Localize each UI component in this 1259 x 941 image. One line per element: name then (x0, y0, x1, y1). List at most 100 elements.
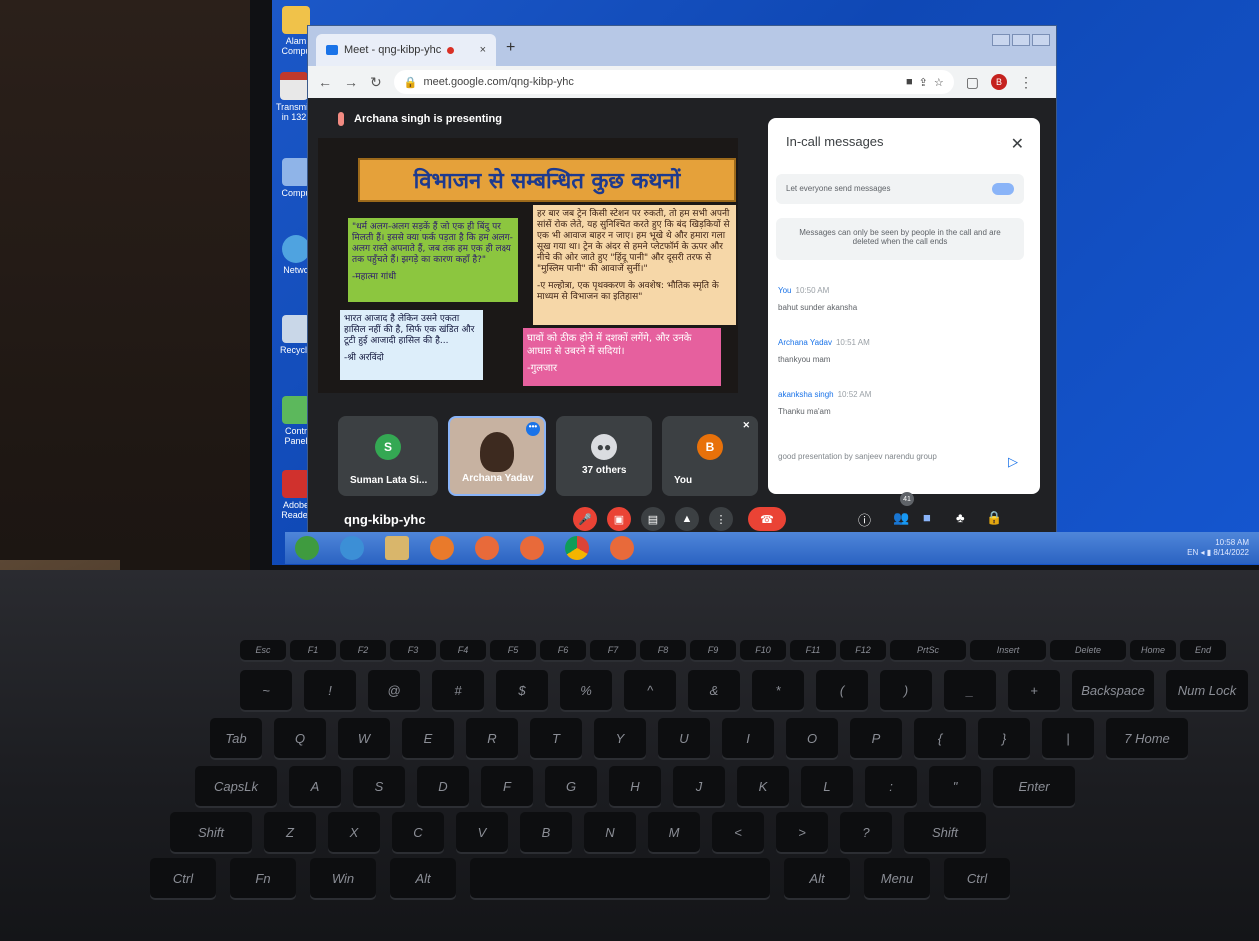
activities-icon[interactable]: ♣ (956, 510, 965, 525)
key-space[interactable] (470, 858, 770, 898)
key--[interactable]: ^ (624, 670, 676, 710)
key--[interactable]: { (914, 718, 966, 758)
chrome-icon[interactable] (565, 536, 589, 560)
bookmark-star-icon[interactable]: ☆ (934, 76, 944, 89)
reload-icon[interactable]: ↻ (370, 74, 382, 91)
key-f6[interactable]: F6 (540, 640, 586, 660)
key--[interactable]: " (929, 766, 981, 806)
network-status-icon[interactable]: ▮ (1207, 548, 1214, 557)
key-ctrl[interactable]: Ctrl (944, 858, 1010, 898)
minimize-button[interactable] (992, 34, 1010, 46)
key--[interactable]: | (1042, 718, 1094, 758)
forward-icon[interactable]: → (344, 74, 358, 90)
new-tab-button[interactable]: + (506, 39, 515, 57)
key--[interactable]: } (978, 718, 1030, 758)
key-k[interactable]: K (737, 766, 789, 806)
key-a[interactable]: A (289, 766, 341, 806)
key-end[interactable]: End (1180, 640, 1226, 660)
participant-tile-suman[interactable]: S Suman Lata Si... (338, 416, 438, 496)
key-h[interactable]: H (609, 766, 661, 806)
tab-meet[interactable]: Meet - qng-kibp-yhc × (316, 34, 496, 66)
key-y[interactable]: Y (594, 718, 646, 758)
present-button[interactable]: ▲ (675, 507, 699, 531)
key-shift[interactable]: Shift (170, 812, 252, 852)
key-f10[interactable]: F10 (740, 640, 786, 660)
key--[interactable]: > (776, 812, 828, 852)
key-f7[interactable]: F7 (590, 640, 636, 660)
key-x[interactable]: X (328, 812, 380, 852)
key-e[interactable]: E (402, 718, 454, 758)
key-f8[interactable]: F8 (640, 640, 686, 660)
key--[interactable]: * (752, 670, 804, 710)
people-icon[interactable]: 👥 (893, 510, 909, 526)
key-shift[interactable]: Shift (904, 812, 986, 852)
key--[interactable]: & (688, 670, 740, 710)
key-f4[interactable]: F4 (440, 640, 486, 660)
participant-tile-others[interactable]: ●● 37 others (556, 416, 652, 496)
more-options-icon[interactable]: ••• (526, 422, 540, 436)
key-backspace[interactable]: Backspace (1072, 670, 1154, 710)
more-options-button[interactable]: ⋮ (709, 507, 733, 531)
key-f5[interactable]: F5 (490, 640, 536, 660)
key-alt[interactable]: Alt (784, 858, 850, 898)
message-input[interactable]: good presentation by sanjeev narendu gro… (778, 448, 978, 466)
file-explorer-icon[interactable] (385, 536, 409, 560)
key--[interactable]: ! (304, 670, 356, 710)
key-r[interactable]: R (466, 718, 518, 758)
key-o[interactable]: O (786, 718, 838, 758)
key-enter[interactable]: Enter (993, 766, 1075, 806)
key-n[interactable]: N (584, 812, 636, 852)
key-delete[interactable]: Delete (1050, 640, 1126, 660)
key-f9[interactable]: F9 (690, 640, 736, 660)
captions-button[interactable]: ▤ (641, 507, 665, 531)
key-s[interactable]: S (353, 766, 405, 806)
language-indicator[interactable]: EN (1187, 548, 1198, 557)
participant-tile-archana[interactable]: Archana Yadav ••• (448, 416, 546, 496)
clock-date[interactable]: 8/14/2022 (1213, 548, 1249, 558)
key-g[interactable]: G (545, 766, 597, 806)
share-icon[interactable]: ⇪ (919, 76, 928, 89)
firefox-icon-3[interactable] (610, 536, 634, 560)
key-win[interactable]: Win (310, 858, 376, 898)
key-f1[interactable]: F1 (290, 640, 336, 660)
key-f12[interactable]: F12 (840, 640, 886, 660)
key-fn[interactable]: Fn (230, 858, 296, 898)
key--[interactable]: < (712, 812, 764, 852)
key-t[interactable]: T (530, 718, 582, 758)
camera-off-button[interactable]: ▣ (607, 507, 631, 531)
key--[interactable]: ? (840, 812, 892, 852)
media-player-icon[interactable] (430, 536, 454, 560)
key-m[interactable]: M (648, 812, 700, 852)
send-icon[interactable]: ▷ (1008, 454, 1018, 470)
key-prtsc[interactable]: PrtSc (890, 640, 966, 660)
clock-time[interactable]: 10:58 AM (1213, 538, 1249, 548)
allow-messages-toggle[interactable] (992, 183, 1014, 195)
key-l[interactable]: L (801, 766, 853, 806)
chat-icon[interactable]: ■ (923, 510, 931, 525)
key-capslk[interactable]: CapsLk (195, 766, 277, 806)
key--[interactable]: : (865, 766, 917, 806)
key-home[interactable]: Home (1130, 640, 1176, 660)
key--[interactable]: ( (816, 670, 868, 710)
key-w[interactable]: W (338, 718, 390, 758)
key-f11[interactable]: F11 (790, 640, 836, 660)
back-icon[interactable]: ← (318, 74, 332, 90)
key-p[interactable]: P (850, 718, 902, 758)
key-j[interactable]: J (673, 766, 725, 806)
key-menu[interactable]: Menu (864, 858, 930, 898)
leave-call-button[interactable]: ☎ (748, 507, 786, 531)
key-f[interactable]: F (481, 766, 533, 806)
key--[interactable]: $ (496, 670, 548, 710)
firefox-icon[interactable] (475, 536, 499, 560)
key-alt[interactable]: Alt (390, 858, 456, 898)
profile-avatar[interactable]: B (990, 74, 1007, 90)
key--[interactable]: @ (368, 670, 420, 710)
internet-explorer-icon[interactable] (340, 536, 364, 560)
maximize-button[interactable] (1012, 34, 1030, 46)
microphone-off-button[interactable]: 🎤 (573, 507, 597, 531)
key--[interactable]: ) (880, 670, 932, 710)
close-tab-icon[interactable]: × (480, 44, 486, 56)
host-controls-icon[interactable]: 🔒 (986, 510, 1002, 526)
menu-kebab-icon[interactable]: ⋮ (1019, 74, 1033, 91)
participant-tile-you[interactable]: B You ✕ (662, 416, 758, 496)
